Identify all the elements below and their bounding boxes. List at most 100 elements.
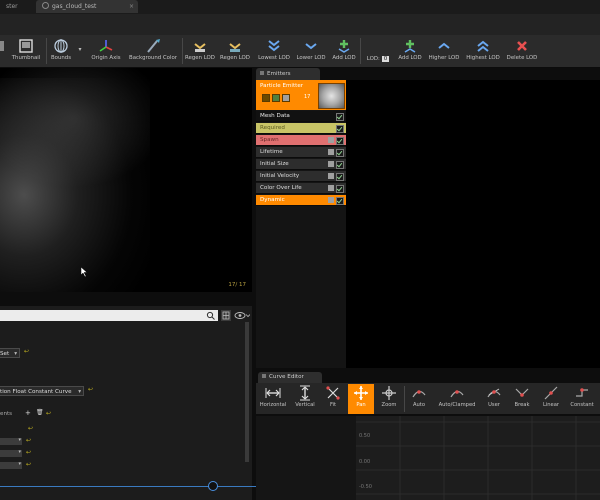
lower-lod-icon [305, 43, 317, 50]
module-enable-checkbox[interactable] [336, 137, 344, 145]
module-curve-icon[interactable] [328, 161, 334, 167]
module-curve-icon[interactable] [328, 185, 334, 191]
element-expand-row[interactable]: ▾ [0, 461, 22, 469]
module-lifetime[interactable]: Lifetime [256, 147, 346, 158]
break-tangent-button[interactable]: Break [510, 384, 534, 414]
toolbar-button-partial[interactable] [0, 36, 6, 66]
higher-lod-icon [438, 42, 450, 49]
module-initial-velocity[interactable]: Initial Velocity [256, 171, 346, 182]
reset-to-default-icon[interactable]: ↩ [26, 449, 31, 456]
module-enable-checkbox[interactable] [336, 173, 344, 181]
reset-to-default-icon[interactable]: ↩ [26, 461, 31, 468]
bounds-dropdown[interactable]: ▾ [76, 36, 84, 66]
element-expand-row[interactable]: ▾ [0, 449, 22, 457]
module-initial-size[interactable]: Initial Size [256, 159, 346, 170]
delete-elements-icon[interactable]: 🗑 [36, 409, 44, 416]
module-curve-icon[interactable] [328, 149, 334, 155]
bounds-button[interactable]: Bounds [48, 36, 74, 66]
fit-horizontal-button[interactable]: Horizontal [258, 384, 288, 414]
background-color-button[interactable]: Background Color [126, 36, 180, 66]
lower-lod-button[interactable]: Lower LOD [294, 36, 328, 66]
curve-editor-tab[interactable]: Curve Editor [258, 372, 322, 383]
module-enable-checkbox[interactable] [336, 161, 344, 169]
user-tangent-button[interactable]: User [482, 384, 506, 414]
particle-system-icon [42, 2, 49, 9]
constant-button[interactable]: Constant [566, 384, 598, 414]
emitter-enable-checkbox[interactable] [262, 94, 270, 102]
module-required[interactable]: Required [256, 123, 346, 134]
add-element-icon[interactable]: + [25, 409, 31, 417]
reset-to-default-icon[interactable]: ↩ [26, 437, 31, 444]
toolbar-label: Lower LOD [296, 55, 326, 61]
zoom-button[interactable]: Zoom [376, 384, 402, 414]
module-enable-checkbox[interactable] [336, 113, 344, 121]
curve-list[interactable] [256, 416, 356, 500]
curve-graph[interactable] [356, 416, 600, 500]
auto-tangent-button[interactable]: Auto [406, 384, 432, 414]
auto-clamped-button[interactable]: Auto/Clamped [436, 384, 478, 414]
highest-lod-button[interactable]: Highest LOD [464, 36, 502, 66]
reset-to-default-icon[interactable]: ↩ [46, 410, 51, 417]
toolbar-label: Horizontal [259, 402, 287, 408]
higher-lod-button[interactable]: Higher LOD [426, 36, 462, 66]
reset-to-default-icon[interactable]: ↩ [24, 348, 29, 355]
tab-cascade-editor[interactable]: gas_cloud_test × [36, 0, 138, 13]
pan-button[interactable]: Pan [348, 384, 374, 414]
linear-button[interactable]: Linear [538, 384, 564, 414]
close-tab-icon[interactable]: × [129, 0, 134, 13]
toolbar-label: Regen LOD [220, 55, 250, 61]
preview-viewport[interactable]: 17/ 17 [0, 68, 252, 292]
property-matrix-button[interactable] [221, 310, 231, 321]
emitters-tab[interactable]: Emitters [256, 68, 320, 80]
lowest-lod-button[interactable]: Lowest LOD [256, 36, 292, 66]
fit-button[interactable]: Fit [322, 384, 344, 414]
module-enable-checkbox[interactable] [336, 197, 344, 205]
background-color-icon [147, 39, 160, 53]
regen-lod-duplicate-button[interactable]: Regen LOD [218, 36, 252, 66]
module-label: Mesh Data [260, 113, 290, 119]
toolbar-label: Constant [570, 402, 594, 408]
module-enable-checkbox[interactable] [336, 149, 344, 157]
delete-lod-button[interactable]: Delete LOD [504, 36, 540, 66]
grid-icon [222, 311, 230, 320]
toolbar-label: Highest LOD [466, 55, 500, 61]
chevron-down-icon: ▾ [14, 351, 17, 357]
module-enable-checkbox[interactable] [336, 185, 344, 193]
details-scrollbar[interactable] [245, 322, 249, 462]
emitter-solo-icon[interactable] [282, 94, 290, 102]
fit-vertical-button[interactable]: Vertical [292, 384, 318, 414]
emitters-empty-area[interactable] [346, 80, 600, 368]
module-curve-icon[interactable] [328, 197, 334, 203]
emitter-render-mode-icon[interactable] [272, 94, 280, 102]
module-curve-icon[interactable] [328, 173, 334, 179]
view-options-button[interactable] [234, 310, 251, 321]
search-icon[interactable] [206, 311, 215, 320]
toolbar-label: Auto/Clamped [438, 402, 476, 408]
module-mesh-data[interactable]: Mesh Data [256, 111, 346, 122]
module-label: Initial Velocity [260, 173, 300, 179]
timeline-handle[interactable] [208, 481, 218, 491]
regen-lod-button[interactable]: Regen LOD [184, 36, 216, 66]
thumbnail-button[interactable]: Thumbnail [8, 36, 44, 66]
module-curve-icon[interactable] [328, 137, 334, 143]
distribution-dropdown[interactable]: Set ▾ [0, 348, 20, 358]
element-expand-row[interactable]: ▾ [0, 437, 22, 445]
curve-grid-label: -0.50 [359, 484, 372, 490]
delete-lod-icon [517, 41, 527, 51]
add-lod-button[interactable]: Add LOD [330, 36, 358, 66]
module-enable-checkbox[interactable] [336, 125, 344, 133]
toolbar-label: Bounds [50, 55, 72, 61]
origin-axis-button[interactable]: Origin Axis [88, 36, 124, 66]
distribution-type-dropdown[interactable]: tion Float Constant Curve ▾ [0, 386, 84, 396]
details-search-input[interactable] [0, 310, 218, 321]
lod-input[interactable]: 0 [381, 56, 390, 62]
reset-to-default-icon[interactable]: ↩ [28, 425, 33, 432]
toolbar-label: Add LOD [332, 55, 356, 61]
module-spawn[interactable]: Spawn [256, 135, 346, 146]
add-lod-after-button[interactable]: Add LOD [396, 36, 424, 66]
module-dynamic[interactable]: Dynamic [256, 195, 346, 206]
module-color-over-life[interactable]: Color Over Life [256, 183, 346, 194]
reset-to-default-icon[interactable]: ↩ [88, 386, 93, 393]
emitter-name[interactable]: Particle Emitter [260, 83, 303, 89]
tab-previous[interactable]: ster [0, 0, 34, 13]
